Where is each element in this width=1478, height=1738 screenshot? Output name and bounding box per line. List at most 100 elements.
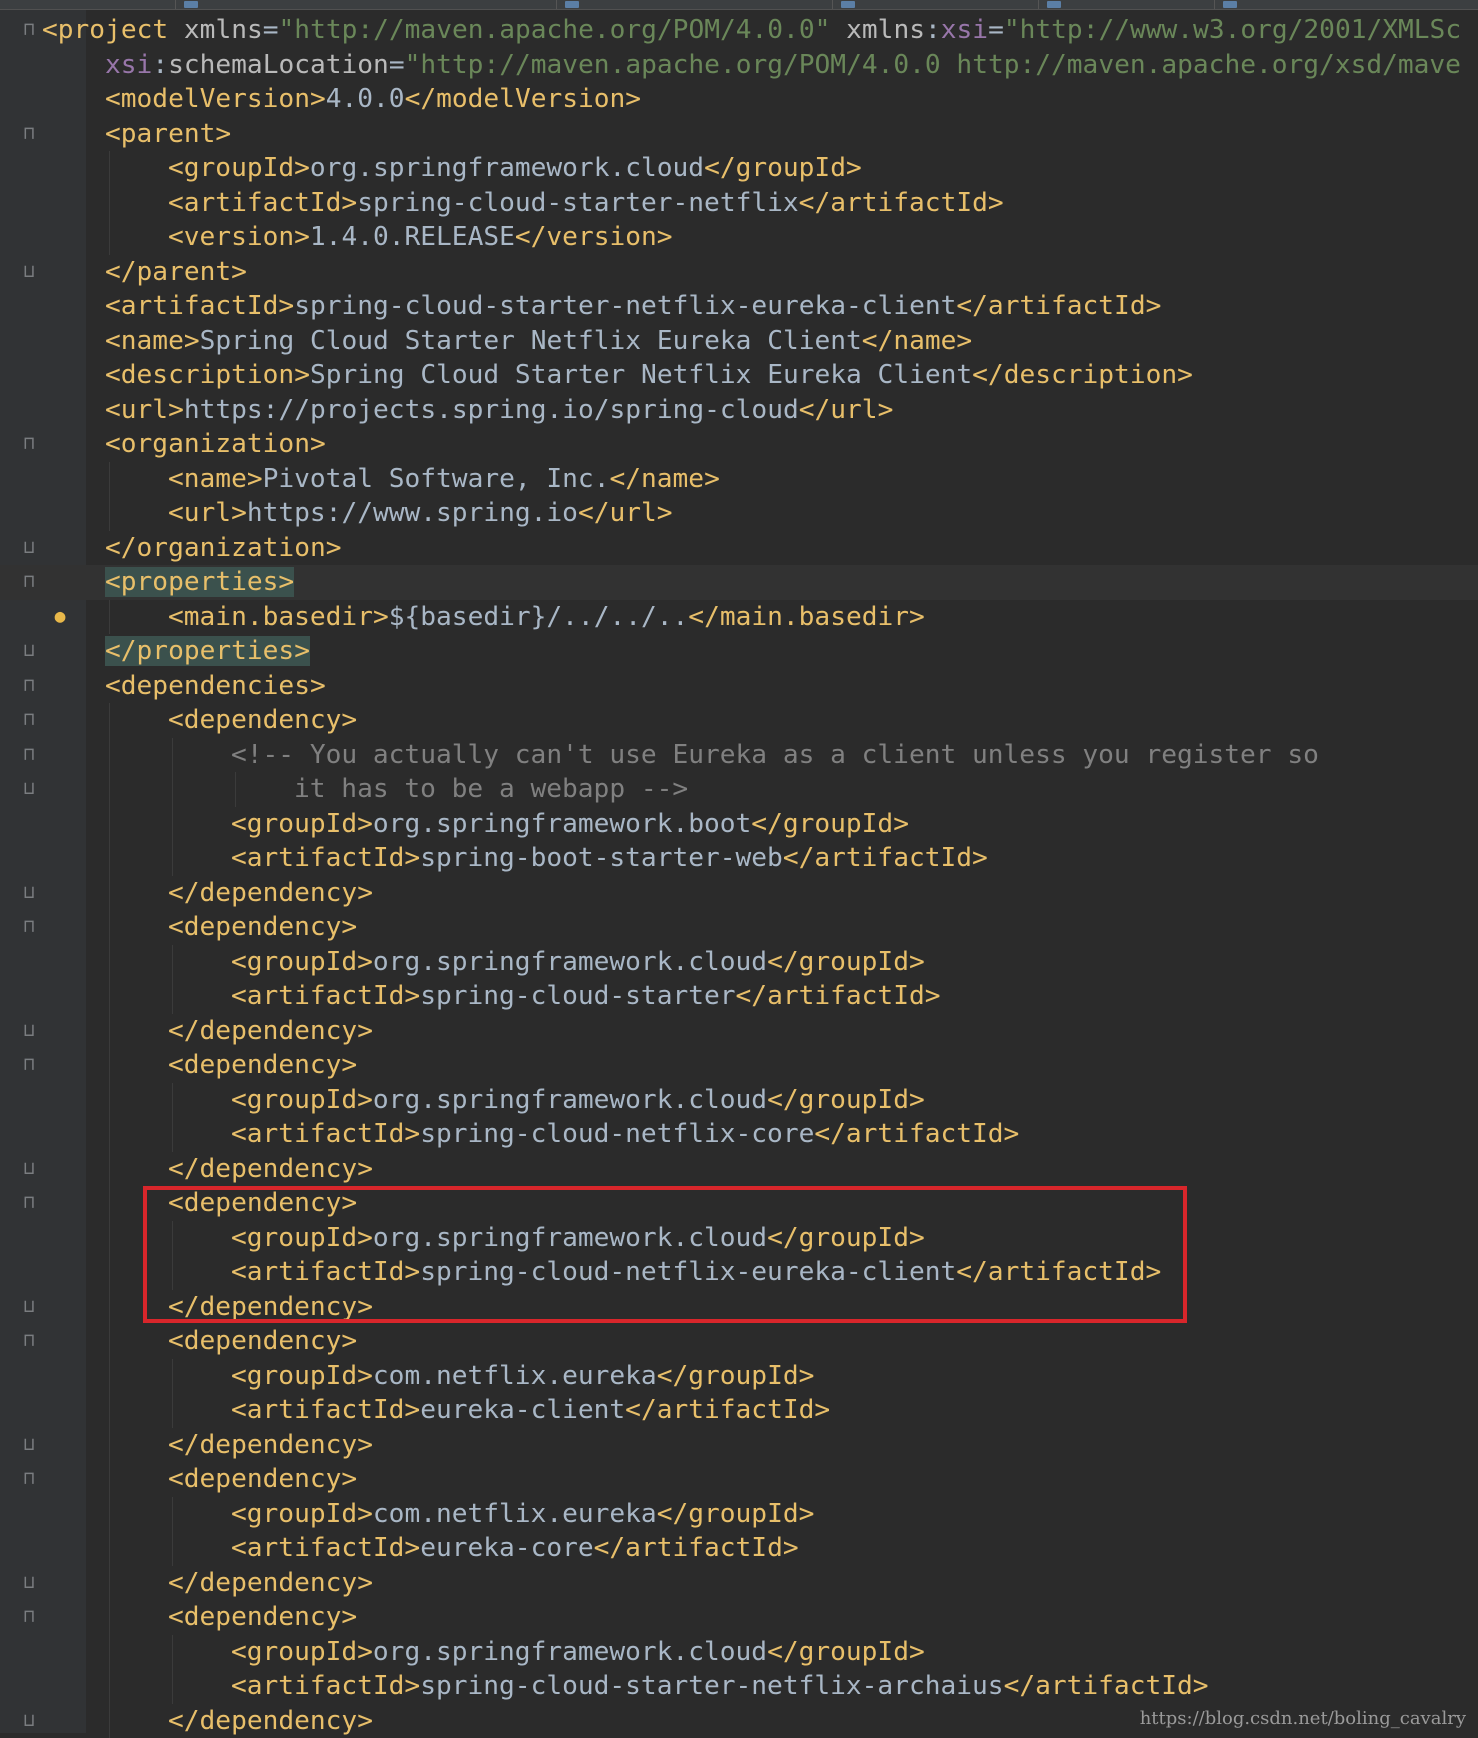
code-line[interactable]: ⊔ it has to be a webapp -->	[0, 772, 1478, 807]
code-line[interactable]: ⊔</organization>	[0, 531, 1478, 566]
code-line[interactable]: <groupId>org.springframework.cloud</grou…	[0, 945, 1478, 980]
code-token: it has to be a webapp -->	[294, 774, 688, 804]
indent-guide	[109, 1048, 110, 1083]
code-text: <version>1.4.0.RELEASE</version>	[168, 220, 673, 255]
code-line[interactable]: <url>https://www.spring.io</url>	[0, 496, 1478, 531]
code-token: <groupId>	[231, 1499, 373, 1529]
code-line[interactable]: <name>Spring Cloud Starter Netflix Eurek…	[0, 324, 1478, 359]
code-line[interactable]: <groupId>org.springframework.boot</group…	[0, 807, 1478, 842]
fold-marker-icon[interactable]: ⊓	[20, 1055, 38, 1075]
code-line[interactable]: <groupId>com.netflix.eureka</groupId>	[0, 1497, 1478, 1532]
fold-marker-icon[interactable]: ⊓	[20, 1607, 38, 1627]
code-text: <description>Spring Cloud Starter Netfli…	[105, 358, 1193, 393]
code-line[interactable]: ⊓<project xmlns="http://maven.apache.org…	[0, 13, 1478, 48]
fold-marker-icon[interactable]: ⊓	[20, 124, 38, 144]
fold-marker-icon[interactable]: ⊓	[20, 676, 38, 696]
code-line[interactable]: ⊓ <dependency>	[0, 703, 1478, 738]
fold-marker-icon[interactable]: ⊓	[20, 745, 38, 765]
code-token: <artifactId>	[168, 188, 357, 218]
fold-marker-icon[interactable]: ⊔	[20, 1435, 38, 1455]
code-line[interactable]: <artifactId>spring-cloud-starter-netflix…	[0, 289, 1478, 324]
fold-marker-icon[interactable]: ⊔	[20, 262, 38, 282]
code-line[interactable]: <artifactId>spring-cloud-starter-netflix…	[0, 186, 1478, 221]
fold-marker-icon[interactable]: ⊔	[20, 1021, 38, 1041]
fold-marker-icon[interactable]: ⊓	[20, 20, 38, 40]
code-line[interactable]: <artifactId>spring-cloud-starter-netflix…	[0, 1669, 1478, 1704]
code-text: </properties>	[105, 634, 310, 669]
code-token: org.springframework.cloud	[373, 1085, 767, 1115]
editor-tab[interactable]	[176, 0, 557, 9]
code-token: </dependency>	[168, 1016, 373, 1046]
fold-marker-icon[interactable]: ⊔	[20, 1159, 38, 1179]
code-line[interactable]: xsi:schemaLocation="http://maven.apache.…	[0, 48, 1478, 83]
code-line[interactable]: <description>Spring Cloud Starter Netfli…	[0, 358, 1478, 393]
indent-guide	[109, 1359, 110, 1394]
code-token: <artifactId>	[231, 1671, 420, 1701]
code-line[interactable]: ⊓<dependency>	[0, 1048, 1478, 1083]
code-line[interactable]: ⊔ </dependency>	[0, 1014, 1478, 1049]
code-line[interactable]: <groupId>com.netflix.eureka</groupId>	[0, 1359, 1478, 1394]
fold-marker-icon[interactable]: ⊔	[20, 538, 38, 558]
editor-tab[interactable]	[1039, 0, 1215, 9]
code-token: "http://www.w3.org/2001/XMLSc	[1004, 15, 1461, 45]
code-line[interactable]: <artifactId>spring-cloud-netflix-core</a…	[0, 1117, 1478, 1152]
code-token: </dependency>	[168, 1706, 373, 1736]
code-line[interactable]: <modelVersion>4.0.0</modelVersion>	[0, 82, 1478, 117]
code-line[interactable]: ⊓<dependencies>	[0, 669, 1478, 704]
code-line[interactable]: <groupId>org.springframework.cloud</grou…	[0, 151, 1478, 186]
code-line[interactable]: ⊓<dependency>	[0, 1324, 1478, 1359]
fold-marker-icon[interactable]: ⊓	[20, 917, 38, 937]
code-line[interactable]: ⊔</dependency>	[0, 1152, 1478, 1187]
code-line[interactable]: <name>Pivotal Software, Inc.</name>	[0, 462, 1478, 497]
editor-tab[interactable]	[833, 0, 1039, 9]
code-line[interactable]: ⊓<!-- You actually can't use Eureka as a…	[0, 738, 1478, 773]
editor-tab[interactable]	[557, 0, 833, 9]
code-line[interactable]: ⊔</dependency>	[0, 1428, 1478, 1463]
indent-guide	[109, 220, 110, 255]
indent-guide	[235, 772, 236, 807]
editor-tab[interactable]	[1215, 0, 1478, 9]
code-line[interactable]: <artifactId>spring-cloud-starter</artifa…	[0, 979, 1478, 1014]
fold-marker-icon[interactable]: ⊔	[20, 883, 38, 903]
lightbulb-icon[interactable]: ●	[52, 607, 68, 627]
fold-marker-icon[interactable]: ⊔	[20, 1711, 38, 1731]
code-line[interactable]: ⊓<dependency>	[0, 910, 1478, 945]
code-line[interactable]: <artifactId>spring-boot-starter-web</art…	[0, 841, 1478, 876]
fold-marker-icon[interactable]: ⊓	[20, 434, 38, 454]
code-text: <dependency>	[168, 703, 357, 738]
code-line[interactable]: ●<main.basedir>${basedir}/../../..</main…	[0, 600, 1478, 635]
code-line[interactable]: <version>1.4.0.RELEASE</version>	[0, 220, 1478, 255]
fold-marker-icon[interactable]: ⊓	[20, 1193, 38, 1213]
code-line[interactable]: ⊔</dependency>	[0, 1566, 1478, 1601]
code-line[interactable]: ⊓<dependency>	[0, 1600, 1478, 1635]
code-line[interactable]: ⊔</parent>	[0, 255, 1478, 290]
editor-tab-bar[interactable]	[0, 0, 1478, 10]
code-line[interactable]: ⊓<parent>	[0, 117, 1478, 152]
code-line[interactable]: ⊓ <dependency>	[0, 1462, 1478, 1497]
code-text: <artifactId>spring-cloud-starter-netflix…	[105, 289, 1161, 324]
code-token: xmlns	[184, 15, 263, 45]
fold-marker-icon[interactable]: ⊓	[20, 1331, 38, 1351]
code-line[interactable]: ⊔ </properties>	[0, 634, 1478, 669]
fold-marker-icon[interactable]: ⊓	[20, 710, 38, 730]
code-line[interactable]: ⊔</dependency>	[0, 876, 1478, 911]
code-line[interactable]: <groupId>org.springframework.cloud</grou…	[0, 1083, 1478, 1118]
code-line[interactable]: <artifactId>eureka-core</artifactId>	[0, 1531, 1478, 1566]
fold-marker-icon[interactable]: ⊔	[20, 1573, 38, 1593]
indent-guide	[109, 1255, 110, 1290]
fold-marker-icon[interactable]: ⊔	[20, 641, 38, 661]
code-line[interactable]: <artifactId>eureka-client</artifactId>	[0, 1393, 1478, 1428]
code-line[interactable]: ⊓<properties>	[0, 565, 1478, 600]
fold-marker-icon[interactable]: ⊔	[20, 1297, 38, 1317]
editor-tab[interactable]	[0, 0, 176, 9]
code-line[interactable]: ⊓<organization>	[0, 427, 1478, 462]
fold-marker-icon[interactable]: ⊓	[20, 1469, 38, 1489]
indent-guide	[172, 841, 173, 876]
code-token: <dependency>	[168, 1464, 357, 1494]
indent-guide	[172, 1083, 173, 1118]
fold-marker-icon[interactable]: ⊔	[20, 779, 38, 799]
code-line[interactable]: <url>https://projects.spring.io/spring-c…	[0, 393, 1478, 428]
indent-guide	[109, 807, 110, 842]
fold-marker-icon[interactable]: ⊓	[20, 572, 38, 592]
code-line[interactable]: <groupId>org.springframework.cloud</grou…	[0, 1635, 1478, 1670]
